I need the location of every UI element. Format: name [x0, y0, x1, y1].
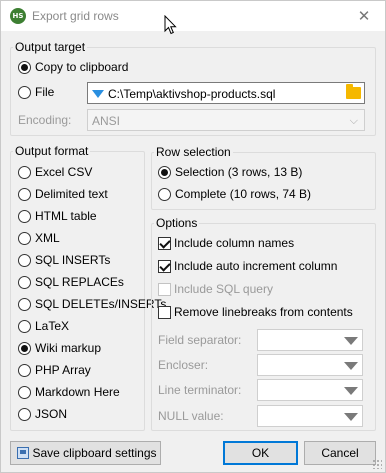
output-format-option[interactable]: JSON — [18, 405, 67, 423]
radio-indicator — [18, 319, 31, 333]
null-value-select[interactable] — [257, 405, 363, 427]
checkbox-indicator — [158, 305, 171, 319]
output-format-label: SQL INSERTs — [35, 253, 111, 267]
output-target-legend: Output target — [13, 40, 88, 54]
close-icon[interactable]: ✕ — [345, 4, 383, 28]
save-clipboard-settings-button[interactable]: Save clipboard settings — [10, 441, 161, 465]
output-format-option[interactable]: Excel CSV — [18, 163, 92, 181]
output-format-label: SQL REPLACEs — [35, 275, 124, 289]
include-auto-increment-checkbox[interactable]: Include auto increment column — [158, 257, 337, 275]
file-path-input[interactable]: C:\Temp\aktivshop-products.sql — [87, 82, 365, 104]
output-format-label: PHP Array — [35, 363, 91, 377]
output-format-option[interactable]: Wiki markup — [18, 339, 101, 357]
remove-linebreaks-checkbox[interactable]: Remove linebreaks from contents — [158, 303, 353, 321]
output-format-label: XML — [35, 231, 60, 245]
output-format-option[interactable]: HTML table — [18, 207, 97, 225]
output-format-option[interactable]: PHP Array — [18, 361, 91, 379]
radio-indicator — [18, 187, 31, 201]
radio-indicator — [158, 165, 171, 179]
encoding-value: ANSI — [92, 114, 121, 128]
checkbox-indicator — [158, 282, 171, 296]
output-format-option[interactable]: Delimited text — [18, 185, 108, 203]
radio-indicator — [18, 85, 31, 99]
folder-icon[interactable] — [346, 84, 361, 99]
output-format-label: Excel CSV — [35, 165, 93, 179]
output-format-label: Wiki markup — [35, 341, 102, 355]
output-format-label: Delimited text — [35, 187, 108, 201]
ok-button[interactable]: OK — [223, 441, 298, 465]
dropdown-arrow-icon — [344, 337, 358, 345]
file-label: File — [35, 85, 55, 99]
encloser-label: Encloser: — [158, 358, 209, 372]
include-auto-increment-label: Include auto increment column — [174, 259, 338, 273]
output-format-option[interactable]: SQL INSERTs — [18, 251, 110, 269]
include-sql-query-label: Include SQL query — [174, 282, 273, 296]
resize-grip-icon[interactable] — [372, 459, 382, 469]
include-column-names-label: Include column names — [174, 236, 295, 250]
save-clipboard-settings-label: Save clipboard settings — [32, 446, 157, 460]
radio-indicator — [18, 275, 31, 289]
output-format-label: JSON — [35, 407, 68, 421]
radio-indicator — [18, 341, 31, 355]
copy-to-clipboard-radio[interactable]: Copy to clipboard — [18, 58, 128, 76]
radio-indicator — [18, 297, 31, 311]
checkbox-indicator — [158, 236, 171, 250]
encloser-select[interactable] — [257, 354, 363, 376]
output-format-label: HTML table — [35, 209, 97, 223]
copy-to-clipboard-label: Copy to clipboard — [35, 60, 129, 74]
line-terminator-label: Line terminator: — [158, 383, 242, 397]
cancel-button[interactable]: Cancel — [304, 441, 376, 465]
radio-indicator — [18, 407, 31, 421]
checkbox-indicator — [158, 259, 171, 273]
field-separator-select[interactable] — [257, 329, 363, 351]
remove-linebreaks-label: Remove linebreaks from contents — [174, 305, 353, 319]
dropdown-arrow-icon — [344, 387, 358, 395]
include-sql-query-checkbox[interactable]: Include SQL query — [158, 280, 273, 298]
dropdown-arrow-icon — [344, 362, 358, 370]
radio-indicator — [18, 60, 31, 74]
output-format-label: LaTeX — [35, 319, 70, 333]
save-icon — [17, 447, 29, 459]
selection-radio[interactable]: Selection (3 rows, 13 B) — [158, 163, 302, 181]
radio-indicator — [18, 363, 31, 377]
dropdown-arrow-icon[interactable] — [92, 90, 104, 98]
output-format-option[interactable]: Markdown Here — [18, 383, 120, 401]
radio-indicator — [18, 231, 31, 245]
complete-label: Complete (10 rows, 74 B) — [175, 187, 312, 201]
options-legend: Options — [154, 216, 200, 230]
field-separator-label: Field separator: — [158, 333, 242, 347]
app-icon: HS — [10, 8, 26, 24]
row-selection-legend: Row selection — [154, 145, 233, 159]
include-column-names-checkbox[interactable]: Include column names — [158, 234, 294, 252]
output-format-option[interactable]: XML — [18, 229, 60, 247]
output-format-label: Markdown Here — [35, 385, 120, 399]
chevron-down-icon: ⌵ — [349, 114, 358, 127]
line-terminator-select[interactable] — [257, 379, 363, 401]
output-format-option[interactable]: SQL REPLACEs — [18, 273, 124, 291]
radio-indicator — [18, 385, 31, 399]
encoding-select[interactable]: ANSI ⌵ — [87, 109, 365, 131]
title-bar: HS Export grid rows ✕ — [1, 1, 385, 35]
selection-label: Selection (3 rows, 13 B) — [175, 165, 303, 179]
window-title: Export grid rows — [32, 9, 119, 23]
radio-indicator — [158, 187, 171, 201]
radio-indicator — [18, 165, 31, 179]
dropdown-arrow-icon — [344, 413, 358, 421]
mouse-cursor-icon — [164, 15, 177, 35]
file-path-value: C:\Temp\aktivshop-products.sql — [108, 87, 276, 101]
radio-indicator — [18, 253, 31, 267]
output-format-label: SQL DELETEs/INSERTs — [35, 297, 167, 311]
null-value-label: NULL value: — [158, 409, 224, 423]
encoding-label: Encoding: — [18, 113, 72, 127]
file-radio[interactable]: File — [18, 83, 54, 101]
output-format-legend: Output format — [13, 144, 91, 158]
complete-radio[interactable]: Complete (10 rows, 74 B) — [158, 185, 311, 203]
export-dialog: HS Export grid rows ✕ Output target Copy… — [0, 0, 386, 473]
radio-indicator — [18, 209, 31, 223]
output-format-option[interactable]: LaTeX — [18, 317, 69, 335]
output-format-option[interactable]: SQL DELETEs/INSERTs — [18, 295, 166, 313]
